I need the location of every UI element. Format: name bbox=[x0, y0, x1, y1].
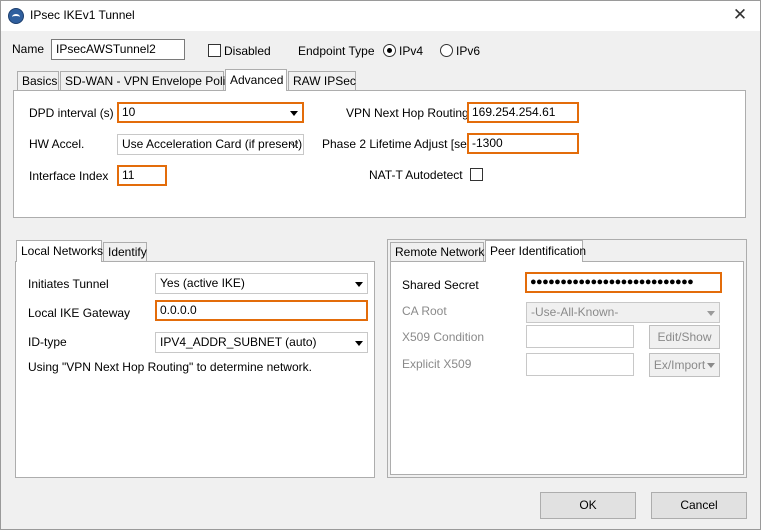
tab-sdwan-vpn-envelope-policy[interactable]: SD-WAN - VPN Envelope Policy bbox=[60, 71, 237, 91]
tab-raw-ipsec[interactable]: RAW IPSec bbox=[288, 71, 356, 91]
chevron-down-icon bbox=[355, 340, 363, 346]
advanced-panel: DPD interval (s) 10 HW Accel. Use Accele… bbox=[13, 90, 746, 218]
disabled-checkbox[interactable] bbox=[208, 44, 221, 57]
initiates-tunnel-value: Yes (active IKE) bbox=[160, 276, 245, 290]
ipv4-radio[interactable] bbox=[383, 44, 396, 57]
chevron-down-icon bbox=[355, 281, 363, 287]
tab-basics[interactable]: Basics bbox=[17, 71, 59, 91]
initiates-tunnel-select[interactable]: Yes (active IKE) bbox=[155, 273, 368, 294]
title-bar: IPsec IKEv1 Tunnel ✕ bbox=[1, 1, 760, 31]
phase2-lifetime-input[interactable]: -1300 bbox=[467, 133, 579, 154]
disabled-label: Disabled bbox=[224, 44, 271, 58]
initiates-tunnel-label: Initiates Tunnel bbox=[28, 277, 109, 291]
ipv6-radio[interactable] bbox=[440, 44, 453, 57]
hw-accel-select[interactable]: Use Acceleration Card (if present) bbox=[117, 134, 304, 155]
ex-import-label: Ex/Import bbox=[653, 358, 706, 372]
id-type-label: ID-type bbox=[28, 335, 67, 349]
shared-secret-input[interactable]: ●●●●●●●●●●●●●●●●●●●●●●●●●●● bbox=[525, 272, 722, 293]
tab-peer-identification[interactable]: Peer Identification bbox=[485, 240, 586, 262]
edit-show-button[interactable]: Edit/Show bbox=[649, 325, 720, 349]
local-ike-gateway-label: Local IKE Gateway bbox=[28, 306, 131, 320]
vpn-next-hop-label: VPN Next Hop Routing bbox=[346, 106, 469, 120]
vpn-next-hop-input[interactable]: 169.254.254.61 bbox=[467, 102, 579, 123]
tab-identify[interactable]: Identify bbox=[103, 242, 147, 262]
ipv6-label: IPv6 bbox=[456, 44, 481, 58]
window-title: IPsec IKEv1 Tunnel bbox=[30, 8, 135, 22]
ca-root-label: CA Root bbox=[402, 304, 447, 318]
natt-autodetect-checkbox[interactable] bbox=[470, 168, 483, 181]
chevron-down-icon bbox=[290, 110, 298, 116]
endpoint-type-label: Endpoint Type bbox=[298, 44, 375, 58]
close-icon[interactable]: ✕ bbox=[730, 5, 750, 25]
app-icon bbox=[8, 8, 24, 24]
ipv4-label: IPv4 bbox=[399, 44, 424, 58]
ok-button[interactable]: OK bbox=[540, 492, 636, 519]
hw-accel-value: Use Acceleration Card (if present) bbox=[122, 137, 303, 151]
dialog-window: IPsec IKEv1 Tunnel ✕ Name IPsecAWSTunnel… bbox=[0, 0, 761, 530]
tab-advanced[interactable]: Advanced bbox=[225, 69, 287, 91]
interface-index-input[interactable]: 11 bbox=[117, 165, 167, 186]
dpd-interval-value: 10 bbox=[122, 105, 136, 119]
local-networks-panel: Initiates Tunnel Yes (active IKE) Local … bbox=[15, 261, 375, 478]
id-type-value: IPV4_ADDR_SUBNET (auto) bbox=[160, 335, 317, 349]
ca-root-value: -Use-All-Known- bbox=[531, 305, 619, 319]
dpd-interval-select[interactable]: 10 bbox=[117, 102, 304, 123]
id-type-select[interactable]: IPV4_ADDR_SUBNET (auto) bbox=[155, 332, 368, 353]
local-ike-gateway-input[interactable]: 0.0.0.0 bbox=[155, 300, 368, 321]
name-label: Name bbox=[12, 42, 45, 56]
ca-root-select[interactable]: -Use-All-Known- bbox=[526, 302, 720, 323]
peer-identification-panel: Shared Secret ●●●●●●●●●●●●●●●●●●●●●●●●●●… bbox=[390, 261, 744, 475]
dpd-interval-label: DPD interval (s) bbox=[29, 106, 114, 120]
x509-condition-label: X509 Condition bbox=[402, 330, 485, 344]
chevron-down-icon bbox=[707, 310, 715, 316]
next-hop-note: Using "VPN Next Hop Routing" to determin… bbox=[28, 360, 312, 374]
interface-index-label: Interface Index bbox=[29, 169, 109, 183]
cancel-button[interactable]: Cancel bbox=[651, 492, 747, 519]
explicit-x509-label: Explicit X509 bbox=[402, 357, 472, 371]
natt-autodetect-label: NAT-T Autodetect bbox=[369, 168, 463, 182]
chevron-down-icon bbox=[707, 363, 716, 369]
tab-remote-networks[interactable]: Remote Networks bbox=[390, 242, 490, 262]
explicit-x509-input[interactable] bbox=[526, 353, 634, 376]
tab-local-networks[interactable]: Local Networks bbox=[16, 240, 103, 262]
x509-condition-input[interactable] bbox=[526, 325, 634, 348]
phase2-lifetime-label: Phase 2 Lifetime Adjust [sec] bbox=[322, 137, 477, 151]
shared-secret-label: Shared Secret bbox=[402, 278, 479, 292]
name-input[interactable]: IPsecAWSTunnel2 bbox=[51, 39, 185, 60]
ex-import-button[interactable]: Ex/Import bbox=[649, 353, 720, 377]
hw-accel-label: HW Accel. bbox=[29, 137, 85, 151]
